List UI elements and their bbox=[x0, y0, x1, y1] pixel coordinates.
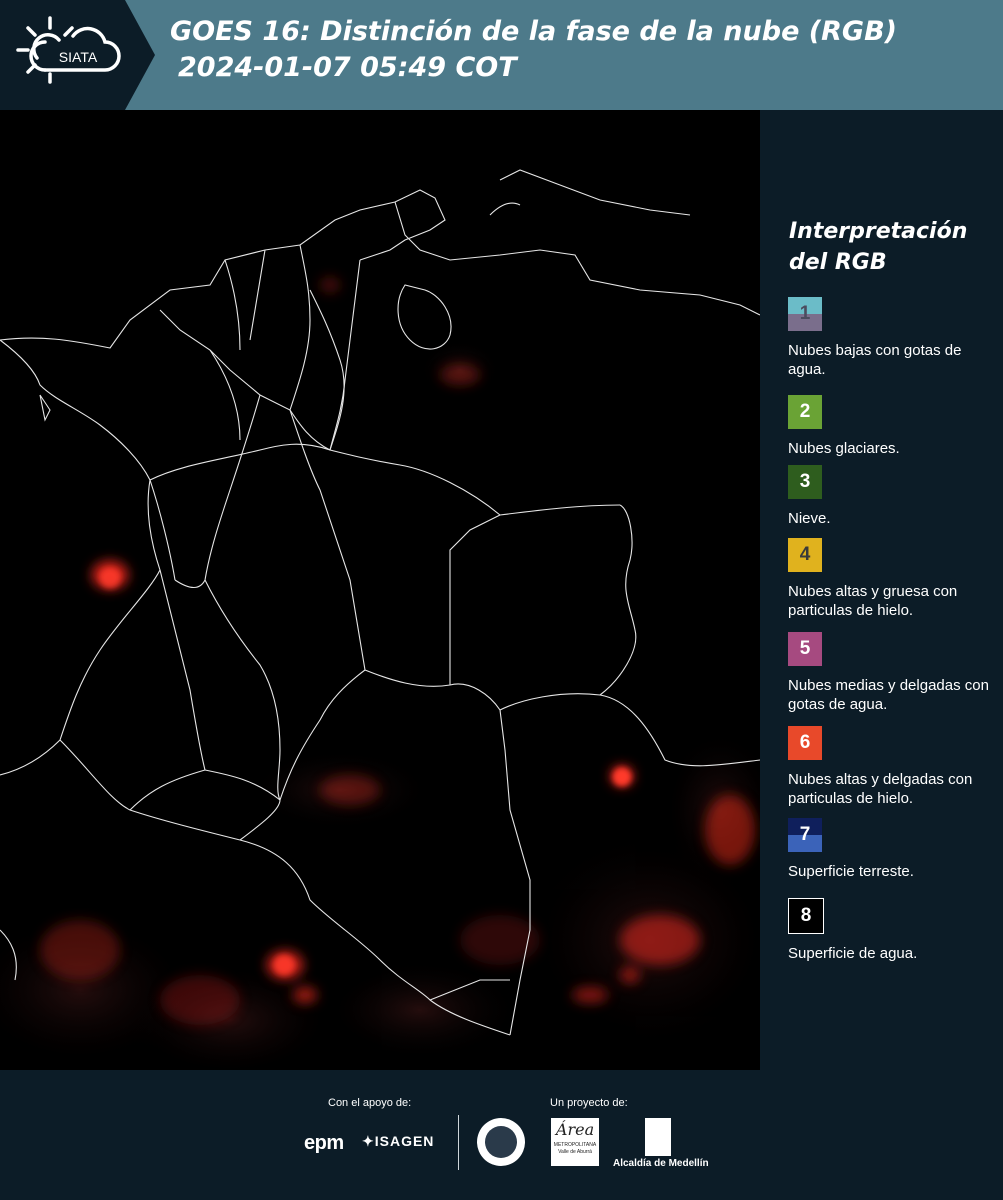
legend-swatch: 8 bbox=[788, 898, 824, 934]
legend-label: Nubes altas y gruesa con particulas de h… bbox=[788, 583, 958, 619]
legend-number: 5 bbox=[799, 638, 811, 659]
legend-label: Superficie terreste. bbox=[788, 863, 914, 880]
header-bar: SIATA GOES 16: Distinción de la fase de … bbox=[0, 0, 1003, 110]
footer-divider bbox=[458, 1115, 459, 1170]
map-svg bbox=[0, 169, 760, 1070]
legend-swatch: 2 bbox=[788, 395, 822, 429]
legend-item-3: 3 Nieve. bbox=[788, 465, 998, 528]
title-line-1: GOES 16: Distinción de la fase de la nub… bbox=[170, 16, 897, 47]
legend-item-5: 5 Nubes medias y delgadas con gotas de ag… bbox=[788, 632, 998, 714]
isagen-mark-icon: ✦ bbox=[362, 1133, 375, 1149]
legend-number: 6 bbox=[799, 732, 811, 753]
legend-swatch: 3 bbox=[788, 465, 822, 499]
alcaldia-shield-icon bbox=[645, 1118, 671, 1156]
legend-label: Nubes medias y delgadas con gotas de agu… bbox=[788, 677, 989, 713]
legend-label: Nubes bajas con gotas de agua. bbox=[788, 342, 962, 378]
legend-swatch: 6 bbox=[788, 726, 822, 760]
title-line-2: 2024-01-07 05:49 COT bbox=[178, 52, 517, 83]
legend-number: 4 bbox=[799, 544, 811, 565]
legend-label: Nubes glaciares. bbox=[788, 440, 900, 457]
alcaldia-label: Alcaldía de Medellín bbox=[613, 1158, 709, 1169]
legend-item-1: 1 Nubes bajas con gotas de agua. bbox=[788, 297, 998, 379]
legend-item-7: 7 Superficie terreste. bbox=[788, 818, 998, 881]
legend-item-6: 6 Nubes altas y delgadas con particulas d… bbox=[788, 726, 998, 808]
seal-logo bbox=[477, 1118, 525, 1166]
legend-item-4: 4 Nubes altas y gruesa con particulas de … bbox=[788, 538, 998, 620]
epm-logo: epm bbox=[304, 1132, 344, 1154]
legend-swatch: 4 bbox=[788, 538, 822, 572]
logo-text: SIATA bbox=[59, 49, 98, 65]
project-label: Un proyecto de: bbox=[550, 1097, 628, 1109]
satellite-map bbox=[0, 110, 760, 1070]
legend-number: 1 bbox=[799, 303, 811, 324]
legend-swatch: 1 bbox=[788, 297, 822, 331]
legend-number: 2 bbox=[799, 401, 811, 422]
page-title: GOES 16: Distinción de la fase de la nub… bbox=[170, 14, 897, 86]
footer: Con el apoyo de: Un proyecto de: epm ✦IS… bbox=[0, 1070, 1003, 1200]
legend-item-8: 8 Superficie de agua. bbox=[788, 898, 998, 963]
legend-title: Interpretación del RGB bbox=[789, 216, 967, 278]
legend-swatch: 5 bbox=[788, 632, 822, 666]
legend-swatch: 7 bbox=[788, 818, 822, 852]
legend-number: 7 bbox=[799, 824, 811, 845]
isagen-logo: ✦ISAGEN bbox=[362, 1133, 434, 1150]
support-label: Con el apoyo de: bbox=[328, 1097, 412, 1109]
legend-number: 8 bbox=[800, 905, 812, 926]
area-metropolitana-logo: Área METROPOLITANA Valle de Aburrá bbox=[551, 1118, 599, 1166]
legend-label: Nieve. bbox=[788, 510, 831, 527]
siata-logo: SIATA bbox=[0, 0, 155, 110]
legend-label: Superficie de agua. bbox=[788, 945, 918, 962]
legend-title-line-1: Interpretación bbox=[789, 219, 968, 244]
legend-label: Nubes altas y delgadas con particulas de… bbox=[788, 771, 973, 807]
isagen-text: ISAGEN bbox=[374, 1133, 435, 1149]
legend-number: 3 bbox=[799, 471, 811, 492]
legend-title-line-2: del RGB bbox=[789, 250, 887, 275]
legend-item-2: 2 Nubes glaciares. bbox=[788, 395, 998, 458]
